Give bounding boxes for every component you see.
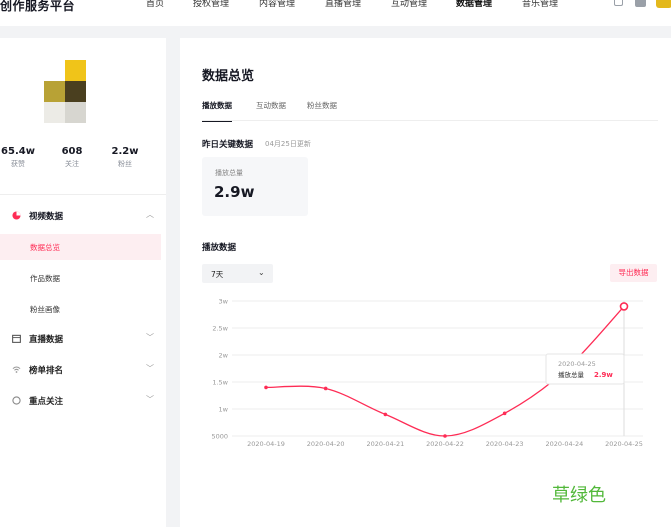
main-panel: 数据总览 播放数据 互动数据 粉丝数据 昨日关键数据 04月25日更新 播放总量… <box>180 38 671 527</box>
sidebar-divider <box>0 194 166 195</box>
sidebar: 65.4w 获赞 608 关注 2.2w 粉丝 视频数据 ︿ 数据总览 作品数据… <box>0 38 166 527</box>
sidebar-group-ranking[interactable]: 榜单排名 ﹀ <box>0 359 166 381</box>
chevron-down-icon: ﹀ <box>146 333 154 342</box>
y-tick-label: 1.5w <box>212 379 228 387</box>
tooltip-box <box>545 353 625 385</box>
y-tick-label: 2w <box>219 352 229 360</box>
chevron-up-icon: ︿ <box>146 210 154 219</box>
data-point-highlighted <box>619 302 629 311</box>
top-bar: 创作服务平台 首页 授权管理 内容管理 直播管理 互动管理 数据管理 音乐管理 <box>0 0 671 26</box>
sidebar-group-video-data[interactable]: 视频数据 ︿ <box>0 205 166 227</box>
nav-data[interactable]: 数据管理 <box>456 0 492 9</box>
stat-fans: 2.2w 粉丝 <box>111 146 139 168</box>
stat-following: 608 关注 <box>61 146 83 168</box>
chevron-down-icon: ﹀ <box>146 364 154 373</box>
pie-chart-icon <box>12 211 21 220</box>
data-point <box>383 412 388 417</box>
nav-home[interactable]: 首页 <box>146 0 164 9</box>
message-icon[interactable] <box>635 0 646 7</box>
x-tick-label: 2020-04-23 <box>486 440 524 448</box>
nav-content[interactable]: 内容管理 <box>259 0 295 9</box>
nav-live[interactable]: 直播管理 <box>325 0 361 9</box>
tooltip-value: 2.9w <box>594 371 613 379</box>
sidebar-group-live-data[interactable]: 直播数据 ﹀ <box>0 328 166 350</box>
data-point <box>443 434 447 438</box>
watermark-text: 草绿色 <box>552 485 606 506</box>
y-tick-label: 3w <box>219 298 229 306</box>
circle-icon <box>12 396 21 405</box>
inbox-icon[interactable] <box>614 0 623 6</box>
data-point <box>323 386 328 391</box>
y-tick-label: 2.5w <box>212 325 228 333</box>
x-tick-label: 2020-04-21 <box>366 440 404 448</box>
nav-interaction[interactable]: 互动管理 <box>391 0 427 9</box>
data-point <box>264 385 268 390</box>
sidebar-group-focus[interactable]: 重点关注 ﹀ <box>0 390 166 412</box>
x-tick-label: 2020-04-24 <box>545 440 583 448</box>
y-tick-label: 5000 <box>211 433 228 441</box>
sidebar-item-overview[interactable]: 数据总览 <box>0 234 161 260</box>
x-tick-label: 2020-04-25 <box>605 440 643 448</box>
play-data-chart[interactable]: 5000 1w 1.5w 2w 2.5w 3w 2020-04-19 2020-04-20 20… <box>180 38 671 527</box>
data-point <box>502 411 507 416</box>
nav-music[interactable]: 音乐管理 <box>522 0 558 9</box>
sidebar-item-works[interactable]: 作品数据 <box>0 265 161 291</box>
tooltip-label: 播放总量 <box>558 370 585 379</box>
user-avatar[interactable] <box>656 0 671 8</box>
calendar-icon <box>12 334 21 343</box>
brand-title[interactable]: 创作服务平台 <box>0 0 75 14</box>
y-tick-label: 1w <box>219 406 229 414</box>
sidebar-item-fans-portrait[interactable]: 粉丝画像 <box>0 296 161 322</box>
x-tick-label: 2020-04-22 <box>426 440 464 448</box>
x-tick-label: 2020-04-20 <box>307 440 345 448</box>
stat-likes: 65.4w 获赞 <box>1 146 35 168</box>
tooltip-date: 2020-04-25 <box>558 360 596 368</box>
avatar <box>44 60 86 123</box>
x-tick-label: 2020-04-19 <box>247 440 285 448</box>
wifi-icon <box>12 366 21 373</box>
nav-authorization[interactable]: 授权管理 <box>193 0 229 9</box>
chevron-down-icon: ﹀ <box>146 395 154 404</box>
